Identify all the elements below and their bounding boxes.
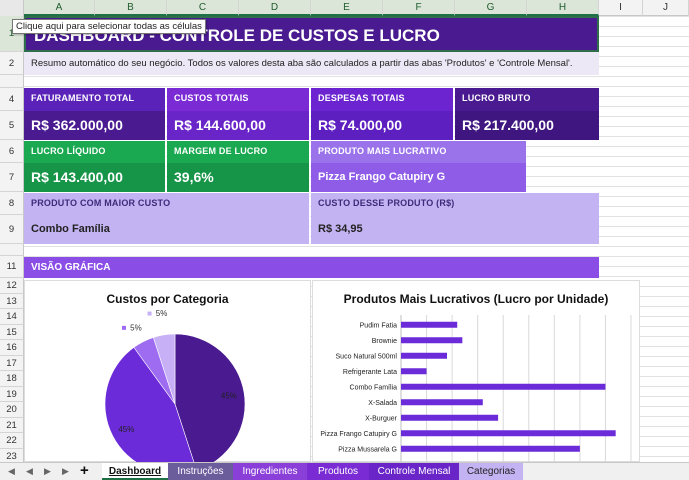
tab-ingredientes[interactable]: Ingredientes: [233, 463, 307, 480]
add-sheet-button[interactable]: +: [80, 462, 89, 479]
bar-6: [401, 414, 499, 421]
tab-scroll-next-icon[interactable]: ▶: [44, 466, 51, 477]
kpi-value-produto-lucrativo[interactable]: Pizza Frango Catupiry G: [311, 163, 526, 192]
pie-label-0: 45%: [221, 391, 237, 400]
row-14[interactable]: 14: [0, 309, 24, 325]
row-13[interactable]: 13: [0, 293, 24, 309]
bar-7: [401, 430, 616, 437]
tab-scroll-prev-icon[interactable]: ◀: [26, 466, 33, 477]
kpi-label-custos[interactable]: CUSTOS TOTAIS: [167, 88, 310, 111]
row-4[interactable]: 4: [0, 88, 24, 111]
bar-category-label: Combo Família: [350, 384, 398, 391]
row-3[interactable]: [0, 75, 24, 88]
row-21[interactable]: 21: [0, 417, 24, 433]
col-H[interactable]: H: [527, 0, 599, 16]
row-8[interactable]: 8: [0, 192, 24, 215]
col-J[interactable]: J: [643, 0, 689, 16]
col-C[interactable]: C: [167, 0, 239, 16]
row-22[interactable]: 22: [0, 433, 24, 449]
bar-category-label: Pizza Mussarela G: [338, 446, 397, 453]
select-all-tooltip: Clique aqui para selecionar todas as cél…: [12, 19, 206, 34]
bar-category-label: X-Burguer: [365, 415, 398, 422]
kpi-label-lucro-bruto[interactable]: LUCRO BRUTO: [455, 88, 599, 111]
col-B[interactable]: B: [95, 0, 167, 16]
kpi-label-despesas[interactable]: DESPESAS TOTAIS: [311, 88, 454, 111]
row-9[interactable]: 9: [0, 215, 24, 244]
row-12[interactable]: 12: [0, 278, 24, 294]
tab-dashboard[interactable]: Dashboard: [102, 463, 168, 480]
column-header: A B C D E F G H I J: [0, 0, 689, 16]
row-19[interactable]: 19: [0, 386, 24, 402]
select-all-corner[interactable]: [0, 0, 24, 16]
kpi-value-faturamento[interactable]: R$ 362.000,00: [24, 111, 166, 140]
row-17[interactable]: 17: [0, 355, 24, 371]
col-A[interactable]: A: [24, 0, 95, 16]
row-18[interactable]: 18: [0, 371, 24, 387]
bar-3: [401, 368, 427, 375]
bar-8: [401, 445, 580, 452]
row-15[interactable]: 15: [0, 324, 24, 340]
bar-chart-panel[interactable]: Produtos Mais Lucrativos (Lucro por Unid…: [312, 280, 640, 463]
bar-4: [401, 383, 606, 390]
row-5[interactable]: 5: [0, 111, 24, 140]
kpi-label-lucro-liquido[interactable]: LUCRO LÍQUIDO: [24, 140, 166, 163]
bar-category-label: Pudim Fatia: [360, 322, 397, 329]
kpi-label-produto-lucrativo[interactable]: PRODUTO MAIS LUCRATIVO: [311, 140, 526, 163]
bar-category-label: Pizza Frango Catupiry G: [320, 431, 397, 438]
kpi-label-custo-produto[interactable]: CUSTO DESSE PRODUTO (R$): [311, 192, 599, 215]
tab-instrucoes[interactable]: Instruções: [168, 463, 233, 480]
kpi-label-faturamento[interactable]: FATURAMENTO TOTAL: [24, 88, 166, 111]
bar-0: [401, 321, 458, 328]
kpi-value-custos[interactable]: R$ 144.600,00: [167, 111, 310, 140]
bar-2: [401, 352, 447, 359]
tab-dashboard-label: Dashboard: [108, 466, 162, 477]
sheet-tab-bar: ◀ ◀ ▶ ▶ + Dashboard Instruções Ingredien…: [0, 462, 689, 480]
bar-5: [401, 399, 483, 406]
bar-chart: Pudim Fatia Brownie Suco Natural 500ml Refr…: [320, 315, 632, 463]
dashboard-subtitle[interactable]: Resumo automático do seu negócio. Todos …: [24, 52, 599, 75]
section-visao-grafica[interactable]: VISÃO GRÁFICA: [24, 257, 599, 278]
pie-chart-panel[interactable]: Custos por Categoria 45% 45% 5% 5%: [24, 280, 311, 463]
tab-controle-mensal[interactable]: Controle Mensal: [369, 463, 459, 480]
pie-label-3: 5%: [156, 309, 168, 318]
pie-label-marker-3: [147, 311, 152, 316]
col-F[interactable]: F: [383, 0, 455, 16]
col-D[interactable]: D: [239, 0, 311, 16]
pie-label-1: 45%: [118, 425, 134, 434]
tab-produtos[interactable]: Produtos: [307, 463, 369, 480]
bar-category-label: Brownie: [372, 338, 397, 345]
kpi-value-custo-produto[interactable]: R$ 34,95: [311, 215, 599, 244]
pie-chart: 45% 45% 5% 5%: [104, 309, 246, 463]
row-10[interactable]: [0, 244, 24, 256]
pie-label-marker-2: [121, 325, 126, 330]
col-G[interactable]: G: [455, 0, 527, 16]
row-6[interactable]: 6: [0, 140, 24, 163]
bar-category-label: Refrigerante Lata: [343, 369, 397, 376]
tab-scroll-first-icon[interactable]: ◀: [8, 466, 15, 477]
col-I[interactable]: I: [599, 0, 643, 16]
kpi-label-maior-custo[interactable]: PRODUTO COM MAIOR CUSTO: [24, 192, 310, 215]
row-2[interactable]: 2: [0, 52, 24, 75]
row-20[interactable]: 20: [0, 402, 24, 418]
bar-1: [401, 337, 463, 344]
spreadsheet-window: A B C D E F G H I J 1 2 4 5 6 7 8 9 11 1…: [0, 0, 689, 480]
kpi-value-despesas[interactable]: R$ 74.000,00: [311, 111, 454, 140]
bar-category-label: X-Salada: [368, 400, 397, 407]
bar-category-label: Suco Natural 500ml: [336, 353, 398, 360]
row-16[interactable]: 16: [0, 340, 24, 356]
tab-categorias[interactable]: Categorias: [459, 463, 523, 480]
kpi-value-margem[interactable]: 39,6%: [167, 163, 310, 192]
kpi-value-lucro-liquido[interactable]: R$ 143.400,00: [24, 163, 166, 192]
pie-label-2: 5%: [130, 323, 142, 332]
kpi-label-margem[interactable]: MARGEM DE LUCRO: [167, 140, 310, 163]
row-11[interactable]: 11: [0, 256, 24, 278]
col-E[interactable]: E: [311, 0, 383, 16]
tab-scroll-last-icon[interactable]: ▶: [62, 466, 69, 477]
kpi-value-maior-custo[interactable]: Combo Família: [24, 215, 310, 244]
kpi-value-lucro-bruto[interactable]: R$ 217.400,00: [455, 111, 599, 140]
row-7[interactable]: 7: [0, 163, 24, 192]
